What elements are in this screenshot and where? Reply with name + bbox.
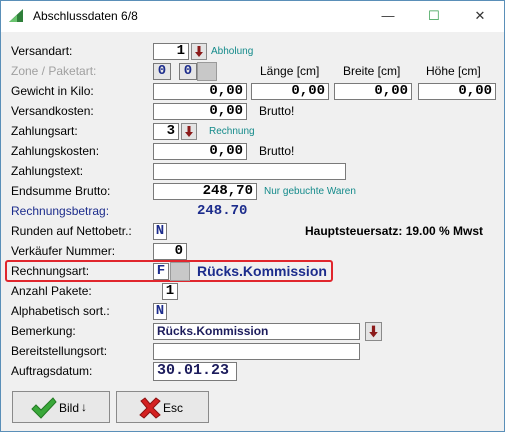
rechnungsart-field[interactable]: F xyxy=(153,263,169,280)
zahlungstext-field[interactable] xyxy=(153,163,346,180)
label-zahlungskosten: Zahlungskosten: xyxy=(11,144,100,158)
arrow-down-icon xyxy=(185,126,193,137)
verkaeufer-field[interactable]: 0 xyxy=(153,243,187,260)
label-zahlungsart: Zahlungsart: xyxy=(11,124,78,138)
label-versandkosten: Versandkosten: xyxy=(11,104,94,118)
label-zahlungstext: Zahlungstext: xyxy=(11,164,84,178)
alphabetisch-field[interactable]: N xyxy=(153,303,167,320)
endsumme-note: Nur gebuchte Waren xyxy=(264,186,356,197)
label-zone-paketart: Zone / Paketart: xyxy=(11,64,97,78)
bild-button-label: Bild xyxy=(59,401,80,415)
runden-field[interactable]: N xyxy=(153,223,167,240)
form-area: Versandart: 1 Abholung Zone / Paketart: … xyxy=(1,32,504,431)
bemerkung-field[interactable]: Rücks.Kommission xyxy=(153,323,360,340)
rechnungsart-description: Rücks.Kommission xyxy=(197,263,327,279)
close-button[interactable]: ✕ xyxy=(457,1,503,31)
paketart-field: 0 xyxy=(179,63,197,80)
esc-button-label: Esc xyxy=(163,401,184,415)
label-gewicht: Gewicht in Kilo: xyxy=(11,84,94,98)
bild-button[interactable]: Bild ↓ xyxy=(12,391,110,423)
zahlungsart-description: Rechnung xyxy=(209,126,255,137)
title-bar[interactable]: Abschlussdaten 6/8 — ☐ ✕ xyxy=(1,1,504,31)
column-breite: Breite [cm] xyxy=(343,64,401,78)
label-alphabetisch: Alphabetisch sort.: xyxy=(11,304,110,318)
bereitstellungsort-field[interactable] xyxy=(153,343,360,360)
versandkosten-field[interactable]: 0,00 xyxy=(153,103,247,120)
breite-field[interactable]: 0,00 xyxy=(334,83,412,100)
label-rechnungsart: Rechnungsart: xyxy=(11,264,90,278)
rechnungsbetrag-value: 248.70 xyxy=(197,203,248,219)
label-bereitstellungsort: Bereitstellungsort: xyxy=(11,344,108,358)
label-bemerkung: Bemerkung: xyxy=(11,324,76,338)
paketart-button xyxy=(197,62,217,81)
arrow-down-icon xyxy=(369,325,378,338)
esc-button[interactable]: Esc xyxy=(116,391,209,423)
label-rechnungsbetrag: Rechnungsbetrag: xyxy=(11,204,110,218)
versandkosten-note: Brutto! xyxy=(259,104,295,118)
window-title: Abschlussdaten 6/8 xyxy=(33,9,138,23)
column-hoehe: Höhe [cm] xyxy=(426,64,481,78)
versandart-field[interactable]: 1 xyxy=(153,43,189,60)
zahlungsart-dropdown-button[interactable] xyxy=(181,123,197,140)
bemerkung-dropdown-button[interactable] xyxy=(365,322,382,341)
anzahl-pakete-field[interactable]: 1 xyxy=(162,283,178,300)
versandart-dropdown-button[interactable] xyxy=(191,43,207,60)
versandart-description: Abholung xyxy=(211,46,254,57)
label-anzahl-pakete: Anzahl Pakete: xyxy=(11,284,92,298)
zahlungskosten-note: Brutto! xyxy=(259,144,295,158)
checkmark-icon xyxy=(31,397,57,419)
rechnungsart-button[interactable] xyxy=(170,262,190,281)
app-icon xyxy=(9,9,23,22)
label-auftragsdatum: Auftragsdatum: xyxy=(11,364,93,378)
laenge-field[interactable]: 0,00 xyxy=(251,83,329,100)
arrow-down-icon xyxy=(195,46,203,57)
auftragsdatum-field[interactable]: 30.01.23 xyxy=(153,362,237,381)
dialog-window: Abschlussdaten 6/8 — ☐ ✕ Versandart: 1 A… xyxy=(0,0,505,432)
maximize-button[interactable]: ☐ xyxy=(411,1,457,31)
label-versandart: Versandart: xyxy=(11,44,73,58)
red-x-icon xyxy=(139,397,161,419)
endsumme-field[interactable]: 248,70 xyxy=(153,183,257,200)
column-laenge: Länge [cm] xyxy=(260,64,320,78)
bild-down-arrow-icon: ↓ xyxy=(81,400,87,414)
zahlungskosten-field[interactable]: 0,00 xyxy=(153,143,247,160)
zone-field: 0 xyxy=(153,63,171,80)
zahlungsart-field[interactable]: 3 xyxy=(153,123,179,140)
label-verkaeufer: Verkäufer Nummer: xyxy=(11,244,116,258)
minimize-button[interactable]: — xyxy=(365,1,411,31)
hoehe-field[interactable]: 0,00 xyxy=(418,83,496,100)
label-runden: Runden auf Nettobetr.: xyxy=(11,224,132,238)
gewicht-field[interactable]: 0,00 xyxy=(153,83,247,100)
label-endsumme: Endsumme Brutto: xyxy=(11,184,111,198)
hauptsteuersatz-text: Hauptsteuersatz: 19.00 % Mwst xyxy=(305,224,484,238)
